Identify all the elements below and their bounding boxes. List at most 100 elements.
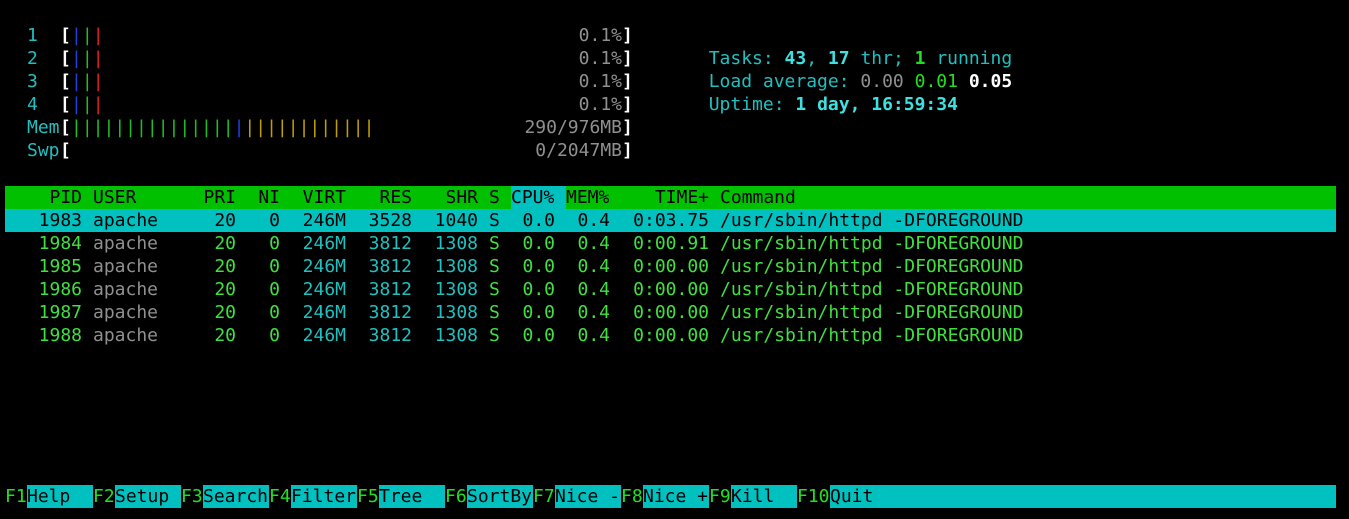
process-state: S bbox=[489, 279, 500, 300]
cpu-meter-label: 1 bbox=[27, 25, 38, 46]
f5-key[interactable]: F5 bbox=[357, 485, 379, 508]
column-header-pri[interactable]: PRI bbox=[181, 186, 236, 209]
process-pid: 1984 bbox=[38, 233, 82, 254]
f7-key[interactable]: F7 bbox=[533, 485, 555, 508]
process-cpu: 0.0 bbox=[522, 256, 555, 277]
process-res: 3812 bbox=[368, 279, 412, 300]
quit-button[interactable]: Quit bbox=[830, 485, 873, 508]
tree-button[interactable]: Tree bbox=[379, 485, 422, 508]
cpu-meter-label: 3 bbox=[27, 71, 38, 92]
process-res: 3812 bbox=[368, 256, 412, 277]
load-15min: 0.05 bbox=[968, 71, 1013, 92]
f10-key[interactable]: F10 bbox=[797, 485, 830, 508]
column-header-user[interactable]: USER bbox=[93, 186, 136, 209]
setup-button[interactable]: Setup bbox=[115, 485, 169, 508]
column-header-state[interactable]: S bbox=[489, 186, 500, 209]
swap-meter-value: 0/2047MB bbox=[535, 140, 622, 161]
f3-key[interactable]: F3 bbox=[181, 485, 203, 508]
process-command: /usr/sbin/httpd -DFOREGROUND bbox=[720, 325, 1024, 346]
f8-key[interactable]: F8 bbox=[621, 485, 643, 508]
load-average: Load average: 0.00 0.01 0.05 bbox=[687, 47, 1012, 92]
column-header-ni[interactable]: NI bbox=[247, 186, 280, 209]
process-mem: 0.4 bbox=[577, 302, 610, 323]
meter-close-bracket: ] bbox=[622, 25, 633, 46]
process-pid: 1986 bbox=[38, 279, 82, 300]
uptime: Uptime: 1 day, 16:59:34 bbox=[687, 70, 958, 115]
f6-key[interactable]: F6 bbox=[445, 485, 467, 508]
process-nice: 0 bbox=[269, 279, 280, 300]
cpu-meter-bar: ||| bbox=[71, 25, 104, 46]
sortby-button[interactable]: SortBy bbox=[467, 485, 532, 508]
column-header-res[interactable]: RES bbox=[357, 186, 412, 209]
process-command: /usr/sbin/httpd -DFOREGROUND bbox=[720, 210, 1024, 231]
process-time: 0:00.91 bbox=[633, 233, 709, 254]
swap-meter-label: Swp bbox=[27, 140, 60, 161]
meter-open-bracket: [ bbox=[60, 140, 71, 161]
nice-minus-button[interactable]: Nice - bbox=[555, 485, 620, 508]
process-virt: 246M bbox=[302, 325, 346, 346]
cpu-meter-bar: ||| bbox=[71, 94, 104, 115]
column-header-time[interactable]: TIME+ bbox=[621, 186, 709, 209]
search-button[interactable]: Search bbox=[203, 485, 268, 508]
meter-open-bracket: [ bbox=[60, 25, 71, 46]
cpu-meter-2: 2 [ ||| 0.1% ] bbox=[5, 47, 633, 70]
help-button[interactable]: Help bbox=[27, 485, 70, 508]
meter-close-bracket: ] bbox=[622, 117, 633, 138]
column-header-pid[interactable]: PID bbox=[5, 186, 82, 209]
process-time: 0:00.00 bbox=[633, 302, 709, 323]
meter-open-bracket: [ bbox=[60, 71, 71, 92]
cpu-meter-value: 0.1% bbox=[578, 25, 622, 46]
process-virt: 246M bbox=[302, 279, 346, 300]
process-row[interactable]: 1985 apache 20 0 246M 3812 1308 S 0.0 0.… bbox=[5, 255, 1336, 278]
process-row[interactable]: 1984 apache 20 0 246M 3812 1308 S 0.0 0.… bbox=[5, 232, 1336, 255]
process-priority: 20 bbox=[214, 302, 236, 323]
process-user: apache bbox=[93, 325, 159, 346]
function-key-bar: F1 Help F2 Setup F3 Search F4 Filter F5 … bbox=[5, 485, 1336, 508]
f9-key[interactable]: F9 bbox=[709, 485, 731, 508]
column-header-mem[interactable]: MEM% bbox=[566, 186, 609, 209]
process-row[interactable]: 1987 apache 20 0 246M 3812 1308 S 0.0 0.… bbox=[5, 301, 1336, 324]
mem-meter-bar: |||||||||||||||||||||||||||| bbox=[71, 117, 375, 138]
meter-close-bracket: ] bbox=[622, 140, 633, 161]
meter-open-bracket: [ bbox=[60, 117, 71, 138]
mem-meter-label: Mem bbox=[27, 117, 60, 138]
process-pid: 1987 bbox=[38, 302, 82, 323]
meter-close-bracket: ] bbox=[622, 71, 633, 92]
process-shr: 1308 bbox=[434, 256, 478, 277]
process-row[interactable]: 1986 apache 20 0 246M 3812 1308 S 0.0 0.… bbox=[5, 278, 1336, 301]
process-command: /usr/sbin/httpd -DFOREGROUND bbox=[720, 256, 1024, 277]
process-table-header[interactable]: PID USER PRI NI VIRT RES SHR S CPU% MEM%… bbox=[5, 186, 1336, 209]
process-priority: 20 bbox=[214, 256, 236, 277]
process-command: /usr/sbin/httpd -DFOREGROUND bbox=[720, 302, 1024, 323]
column-header-command[interactable]: Command bbox=[720, 186, 796, 209]
process-cpu: 0.0 bbox=[522, 279, 555, 300]
f4-key[interactable]: F4 bbox=[269, 485, 291, 508]
process-res: 3812 bbox=[368, 302, 412, 323]
cpu-meter-value: 0.1% bbox=[578, 94, 622, 115]
cpu-meter-1: 1 [ ||| 0.1% ] bbox=[5, 24, 633, 47]
process-state: S bbox=[489, 256, 500, 277]
kill-button[interactable]: Kill bbox=[731, 485, 774, 508]
process-shr: 1308 bbox=[434, 302, 478, 323]
process-row[interactable]: 1983 apache 20 0 246M 3528 1040 S 0.0 0.… bbox=[5, 209, 1336, 232]
process-state: S bbox=[489, 302, 500, 323]
process-priority: 20 bbox=[214, 233, 236, 254]
process-command: /usr/sbin/httpd -DFOREGROUND bbox=[720, 233, 1024, 254]
process-state: S bbox=[489, 233, 500, 254]
process-shr: 1040 bbox=[434, 210, 478, 231]
cpu-meter-label: 4 bbox=[27, 94, 38, 115]
f2-key[interactable]: F2 bbox=[93, 485, 115, 508]
process-row[interactable]: 1988 apache 20 0 246M 3812 1308 S 0.0 0.… bbox=[5, 324, 1336, 347]
process-state: S bbox=[489, 210, 500, 231]
column-header-shr[interactable]: SHR bbox=[423, 186, 478, 209]
column-header-cpu[interactable]: CPU% bbox=[511, 186, 566, 209]
process-time: 0:00.00 bbox=[633, 256, 709, 277]
f1-key[interactable]: F1 bbox=[5, 485, 27, 508]
column-header-virt[interactable]: VIRT bbox=[291, 186, 346, 209]
filter-button[interactable]: Filter bbox=[291, 485, 356, 508]
nice-plus-button[interactable]: Nice + bbox=[643, 485, 708, 508]
process-user: apache bbox=[93, 233, 159, 254]
process-shr: 1308 bbox=[434, 279, 478, 300]
process-time: 0:00.00 bbox=[633, 325, 709, 346]
process-time: 0:03.75 bbox=[633, 210, 709, 231]
